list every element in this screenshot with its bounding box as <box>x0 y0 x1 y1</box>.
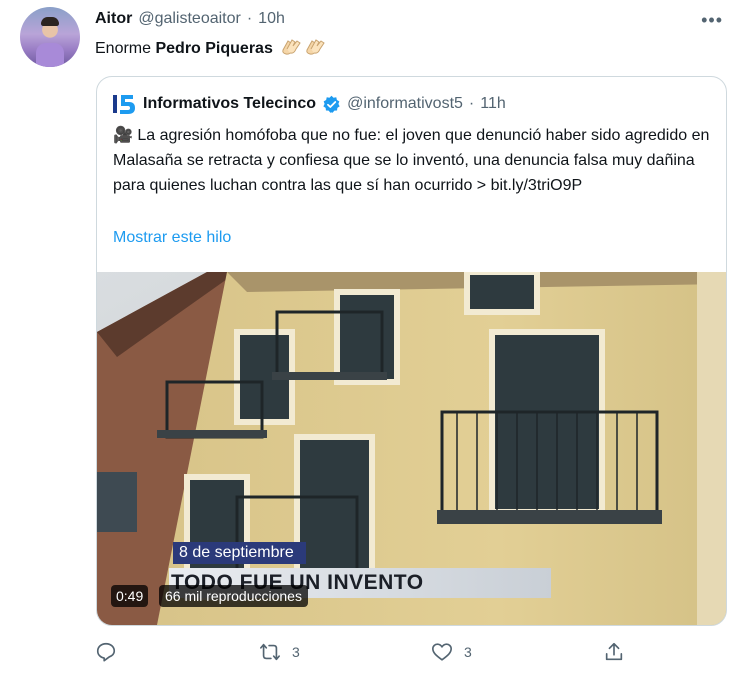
clapping-hands-icon <box>282 39 301 55</box>
video-duration: 0:49 <box>111 585 149 607</box>
verified-badge-icon <box>323 95 340 113</box>
like-count: 3 <box>464 644 472 660</box>
telecinco-logo-icon <box>113 95 135 114</box>
quoted-tweet-text: 🎥 La agresión homófoba que no fue: el jo… <box>113 127 710 194</box>
share-action[interactable] <box>603 641 635 663</box>
reply-action[interactable] <box>95 641 127 663</box>
retweet-count: 3 <box>292 644 300 660</box>
like-action[interactable]: 3 <box>430 641 472 663</box>
author-handle[interactable]: @galisteoaitor <box>138 10 241 28</box>
avatar-shirt <box>36 43 64 67</box>
share-icon[interactable] <box>603 641 625 663</box>
quoted-header-separator: · <box>468 95 475 112</box>
video-date-banner: 8 de septiembre <box>173 542 306 564</box>
video-player[interactable]: 8 de septiembre TODO FUE UN INVENTO 0:49… <box>97 272 726 625</box>
tweet-text: Enorme Pedro Piqueras <box>95 37 325 58</box>
tweet-time[interactable]: 10h <box>258 10 285 28</box>
quoted-tweet-header: Informativos Telecinco @informativost5 ·… <box>113 93 506 115</box>
quoted-author-handle[interactable]: @informativost5 <box>347 95 463 113</box>
quoted-tweet-time[interactable]: 11h <box>480 95 506 113</box>
retweet-icon[interactable] <box>258 641 282 663</box>
tweet-text-bold: Pedro Piqueras <box>155 40 273 57</box>
video-views: 66 mil reproducciones <box>159 585 308 607</box>
reply-icon[interactable] <box>95 641 117 663</box>
heart-icon[interactable] <box>430 641 454 663</box>
tweet-header: Aitor @galisteoaitor · 10h <box>95 10 285 28</box>
more-horizontal-icon[interactable]: ••• <box>701 10 723 31</box>
author-avatar[interactable] <box>20 7 80 67</box>
quoted-author-name[interactable]: Informativos Telecinco <box>143 95 316 113</box>
header-separator: · <box>246 10 253 27</box>
tweet-actions: 3 3 <box>95 641 635 667</box>
avatar-hair <box>41 17 59 26</box>
clapping-hands-icon <box>306 39 325 55</box>
show-thread-link[interactable]: Mostrar este hilo <box>113 229 231 247</box>
retweet-action[interactable]: 3 <box>258 641 300 663</box>
tweet-text-prefix: Enorme <box>95 40 156 57</box>
author-name[interactable]: Aitor <box>95 10 132 28</box>
quoted-tweet[interactable]: Informativos Telecinco @informativost5 ·… <box>96 76 727 626</box>
